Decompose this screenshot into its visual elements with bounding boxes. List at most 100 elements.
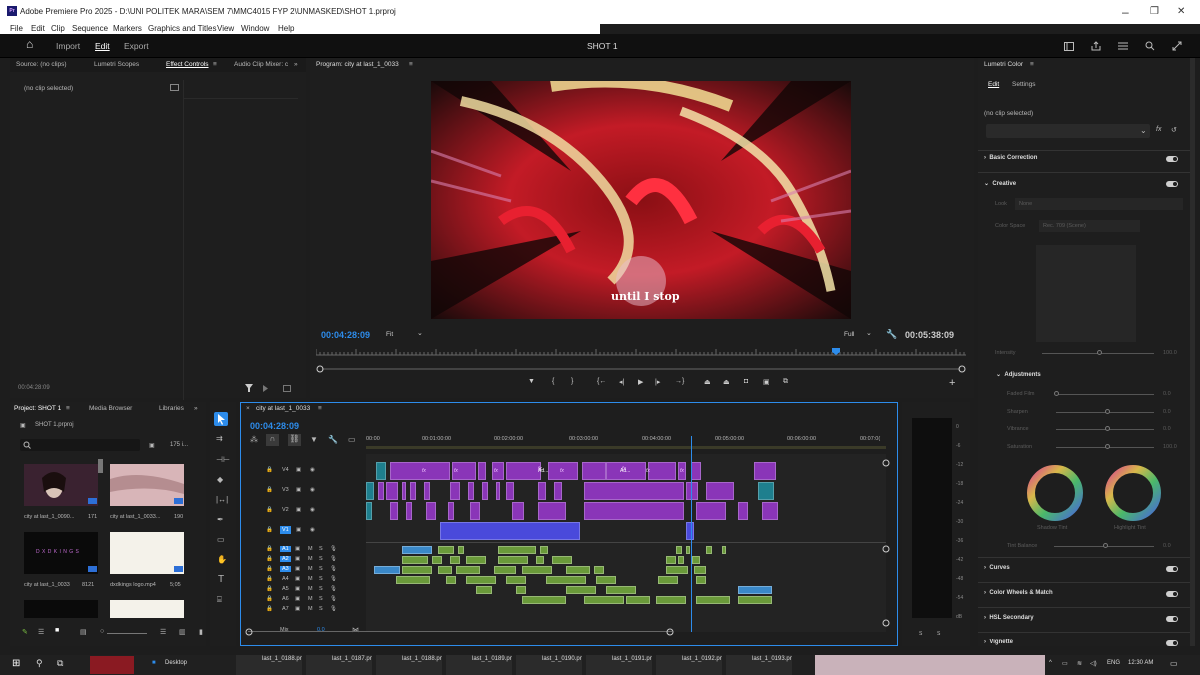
track-name[interactable]: V4 <box>280 466 291 474</box>
home-icon[interactable]: ⌂ <box>26 37 33 51</box>
sort-icon[interactable]: ☰ <box>160 628 166 636</box>
audio-clip[interactable] <box>692 556 700 564</box>
add-marker-timeline-icon[interactable]: ▼ <box>310 435 318 444</box>
audio-clip[interactable] <box>438 546 454 554</box>
program-scrollbar[interactable] <box>316 364 966 374</box>
quick-export-icon[interactable] <box>1118 42 1128 50</box>
video-clip[interactable] <box>506 482 514 500</box>
lock-icon[interactable]: 🔒 <box>266 576 273 582</box>
audio-clip[interactable] <box>566 586 596 594</box>
video-clip[interactable] <box>366 482 374 500</box>
lock-icon[interactable]: 🔒 <box>266 546 273 552</box>
audio-clip[interactable] <box>446 576 456 584</box>
adj-knob[interactable] <box>1054 391 1059 396</box>
fullscreen-icon[interactable] <box>1172 41 1182 51</box>
timeline-track-area[interactable]: fx fx fx fx fx fx fx fx Ad... Ad... <box>366 454 886 632</box>
lumetri-tab-edit[interactable]: Edit <box>988 81 999 88</box>
more-tabs-icon[interactable]: » <box>294 61 298 68</box>
audio-clip[interactable] <box>438 566 452 574</box>
tab-audio-clip-mixer[interactable]: Audio Clip Mixer: c <box>234 61 288 68</box>
zoom-select[interactable]: Fit <box>386 331 393 338</box>
audio-clip[interactable] <box>584 596 624 604</box>
audio-clip[interactable] <box>456 566 480 574</box>
audio-clip[interactable] <box>696 576 706 584</box>
dropdown-chevron-icon[interactable]: ⌄ <box>1140 126 1147 135</box>
taskbar-file-item[interactable]: last_1_0188.png <box>236 655 302 675</box>
reset-icon[interactable]: ↺ <box>1171 126 1177 134</box>
section-vignette[interactable]: › Vignette <box>984 639 1013 647</box>
mute-button[interactable]: M <box>308 586 313 592</box>
mute-button[interactable]: M <box>308 596 313 602</box>
lumetri-tab-settings[interactable]: Settings <box>1012 81 1036 88</box>
highlight-tint-wheel[interactable] <box>1103 463 1163 523</box>
h-scroll-left-handle[interactable] <box>245 628 253 636</box>
video-clip[interactable] <box>478 462 486 480</box>
minimize-button[interactable]: – <box>1122 5 1129 19</box>
fx-icon[interactable]: fx <box>1156 126 1161 133</box>
audio-clip[interactable] <box>402 556 428 564</box>
export-frame-icon[interactable] <box>283 385 291 392</box>
video-clip[interactable] <box>738 502 748 520</box>
audio-clip[interactable] <box>522 596 566 604</box>
video-clip[interactable] <box>424 482 430 500</box>
audio-clip[interactable] <box>722 546 726 554</box>
track-name[interactable]: V3 <box>280 486 291 494</box>
export-frame-camera-icon[interactable]: ◘ <box>744 378 748 385</box>
insert-nest-icon[interactable]: ⁂ <box>250 435 258 444</box>
close-button[interactable]: ✕ <box>1177 6 1185 17</box>
adj-knob[interactable] <box>1105 443 1110 449</box>
step-forward-icon[interactable]: |▸ <box>655 378 660 386</box>
sync-lock-icon[interactable]: ▣ <box>296 507 301 513</box>
task-view-icon[interactable]: ⧉ <box>57 658 63 669</box>
list-view-icon[interactable]: ☰ <box>38 628 44 636</box>
video-clip[interactable] <box>554 482 562 500</box>
icon-view-icon[interactable]: ■ <box>55 627 59 634</box>
taskbar-file-item[interactable]: last_1_0190.png <box>516 655 582 675</box>
creative-toggle[interactable] <box>1166 181 1178 187</box>
vignette-toggle[interactable] <box>1166 640 1178 646</box>
menu-graphics[interactable]: Graphics and Titles <box>148 24 216 33</box>
video-clip[interactable] <box>376 462 386 480</box>
tray-wifi-icon[interactable]: ≋ <box>1077 660 1082 667</box>
audio-clip[interactable] <box>686 546 690 554</box>
adj-knob[interactable] <box>1105 408 1110 414</box>
audio-clip[interactable] <box>738 586 772 594</box>
timeline-menu-icon[interactable]: ≡ <box>318 405 322 412</box>
pen-tool-icon[interactable]: ✎ <box>22 628 28 636</box>
video-clip[interactable] <box>440 522 580 540</box>
video-clip[interactable] <box>584 502 684 520</box>
track-name[interactable]: A2 <box>280 556 291 562</box>
panel-layout-icon[interactable] <box>1064 42 1074 51</box>
mute-button[interactable]: M <box>308 556 313 562</box>
tab-libraries[interactable]: Libraries <box>159 405 184 412</box>
video-clip[interactable] <box>706 482 734 500</box>
quality-select[interactable]: Full <box>844 331 854 338</box>
voiceover-mic-icon[interactable]: 🎙 <box>330 566 337 572</box>
hand-tool-icon[interactable]: ✋ <box>217 555 227 564</box>
lumetri-clip-dropdown[interactable] <box>986 124 1150 138</box>
desktop-label[interactable]: Desktop <box>165 660 187 666</box>
nav-export[interactable]: Export <box>124 41 149 51</box>
tray-lang[interactable]: ENG <box>1107 660 1120 666</box>
audio-clip[interactable] <box>516 586 526 594</box>
zoom-slider-icon[interactable]: ○ <box>100 628 104 635</box>
nav-edit[interactable]: Edit <box>95 41 110 51</box>
audio-clip[interactable] <box>656 596 686 604</box>
go-to-out-icon[interactable]: →} <box>675 378 684 385</box>
project-search-input[interactable] <box>20 439 140 451</box>
track-select-tool-icon[interactable]: ⇉ <box>216 434 223 443</box>
audio-clip[interactable] <box>540 546 548 554</box>
play-audio-icon[interactable] <box>263 385 271 392</box>
timeline-close-icon[interactable]: × <box>246 405 250 412</box>
video-clip[interactable] <box>696 502 726 520</box>
h-scrollbar[interactable] <box>248 631 672 632</box>
basic-correction-toggle[interactable] <box>1166 156 1178 162</box>
solo-button[interactable]: S <box>319 576 323 582</box>
audio-clip[interactable] <box>458 546 464 554</box>
lumetri-menu-icon[interactable]: ≡ <box>1030 61 1034 68</box>
section-basic-correction[interactable]: › Basic Correction <box>984 155 1037 161</box>
section-color-wheels[interactable]: › Color Wheels & Match <box>984 590 1053 596</box>
eye-icon[interactable]: ◉ <box>310 527 315 533</box>
play-icon[interactable]: ▶ <box>638 378 643 386</box>
sync-lock-icon[interactable]: ▣ <box>296 467 301 473</box>
